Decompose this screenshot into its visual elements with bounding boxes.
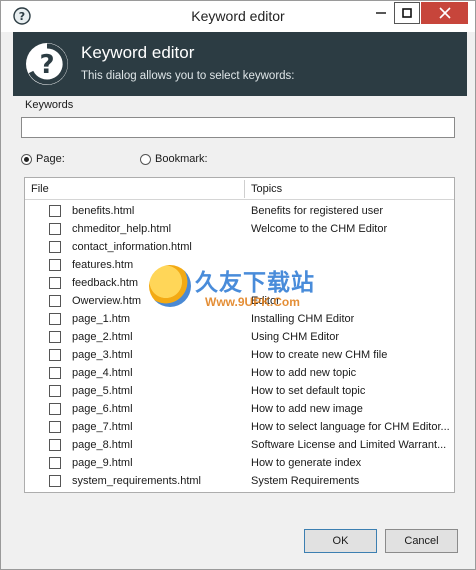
table-row[interactable]: page_4.html How to add new topic — [25, 364, 454, 382]
row-checkbox[interactable] — [49, 277, 61, 289]
file-cell: page_8.html — [72, 439, 133, 451]
table-row[interactable]: benefits.html Benefits for registered use… — [25, 202, 454, 220]
file-cell: page_3.html — [72, 349, 133, 361]
file-cell: page_5.html — [72, 385, 133, 397]
file-cell: features.htm — [72, 259, 134, 271]
row-checkbox[interactable] — [49, 331, 61, 343]
banner-title: Keyword editor — [81, 43, 195, 62]
page-radio-option[interactable]: Page: — [21, 153, 65, 165]
table-row[interactable]: contact_information.html — [25, 238, 454, 256]
keyword-editor-window: ? Keyword editor ? Keyword editor This d… — [0, 0, 476, 570]
topic-cell: How to set default topic — [251, 385, 366, 397]
table-row[interactable]: page_6.html How to add new image — [25, 400, 454, 418]
column-header-topics[interactable]: Topics — [251, 183, 282, 195]
table-row[interactable]: system_requirements.html System Requireme… — [25, 472, 454, 490]
maximize-icon — [402, 8, 412, 18]
file-cell: page_1.htm — [72, 313, 131, 325]
keywords-label: Keywords — [25, 99, 74, 111]
table-row[interactable]: Owerview.htm Editor — [25, 292, 454, 310]
row-checkbox[interactable] — [49, 223, 61, 235]
table-row[interactable]: feedback.htm — [25, 274, 454, 292]
cancel-button[interactable]: Cancel — [385, 529, 458, 553]
column-divider[interactable] — [244, 180, 245, 198]
topic-cell: Editor — [251, 295, 280, 307]
table-row[interactable]: page_3.html How to create new CHM file — [25, 346, 454, 364]
close-button[interactable] — [421, 2, 468, 24]
svg-text:?: ? — [39, 50, 54, 80]
table-row[interactable]: page_1.htm Installing CHM Editor — [25, 310, 454, 328]
header-banner: ? Keyword editor This dialog allows you … — [13, 32, 467, 96]
file-cell: feedback.htm — [72, 277, 139, 289]
row-checkbox[interactable] — [49, 367, 61, 379]
bookmark-radio-label: Bookmark: — [155, 153, 208, 165]
banner-subtitle: This dialog allows you to select keyword… — [81, 70, 295, 82]
file-cell: benefits.html — [72, 205, 135, 217]
row-checkbox[interactable] — [49, 349, 61, 361]
topic-cell: How to create new CHM file — [251, 349, 388, 361]
table-row[interactable]: page_7.html How to select language for CH… — [25, 418, 454, 436]
page-radio-label: Page: — [36, 153, 65, 165]
ok-button[interactable]: OK — [304, 529, 377, 553]
file-topics-table[interactable]: File Topics benefits.html Benefits for re… — [24, 177, 455, 493]
row-checkbox[interactable] — [49, 205, 61, 217]
row-checkbox[interactable] — [49, 241, 61, 253]
file-cell: contact_information.html — [72, 241, 192, 253]
column-header-file[interactable]: File — [31, 183, 49, 195]
file-cell: page_6.html — [72, 403, 133, 415]
table-row[interactable]: page_5.html How to set default topic — [25, 382, 454, 400]
topic-cell: Welcome to the CHM Editor — [251, 223, 388, 235]
table-header: File Topics — [25, 178, 454, 200]
title-bar[interactable]: ? Keyword editor — [1, 1, 475, 32]
file-cell: page_4.html — [72, 367, 133, 379]
file-cell: Owerview.htm — [72, 295, 142, 307]
topic-cell: How to add new topic — [251, 367, 357, 379]
row-checkbox[interactable] — [49, 295, 61, 307]
keywords-input[interactable] — [21, 117, 455, 138]
table-row[interactable]: features.htm — [25, 256, 454, 274]
row-checkbox[interactable] — [49, 439, 61, 451]
row-checkbox[interactable] — [49, 385, 61, 397]
topic-cell: How to add new image — [251, 403, 363, 415]
minimize-button[interactable] — [369, 2, 393, 24]
table-row[interactable]: page_8.html Software License and Limited … — [25, 436, 454, 454]
table-row[interactable]: chmeditor_help.html Welcome to the CHM Ed… — [25, 220, 454, 238]
file-cell: page_9.html — [72, 457, 133, 469]
table-row[interactable]: page_9.html How to generate index — [25, 454, 454, 472]
row-checkbox[interactable] — [49, 313, 61, 325]
row-checkbox[interactable] — [49, 457, 61, 469]
row-checkbox[interactable] — [49, 403, 61, 415]
topic-cell: System Requirements — [251, 475, 360, 487]
row-checkbox[interactable] — [49, 475, 61, 487]
page-radio[interactable] — [21, 153, 32, 165]
table-row[interactable]: page_2.html Using CHM Editor — [25, 328, 454, 346]
topic-cell: Installing CHM Editor — [251, 313, 355, 325]
topic-cell: Benefits for registered user — [251, 205, 384, 217]
row-checkbox[interactable] — [49, 421, 61, 433]
topic-cell: How to generate index — [251, 457, 362, 469]
topic-cell: How to select language for CHM Editor... — [251, 421, 450, 433]
minimize-icon — [376, 12, 386, 14]
row-checkbox[interactable] — [49, 259, 61, 271]
topic-cell: Software License and Limited Warrant... — [251, 439, 447, 451]
file-cell: page_7.html — [72, 421, 133, 433]
close-icon — [438, 7, 451, 19]
maximize-button[interactable] — [394, 2, 420, 24]
file-cell: chmeditor_help.html — [72, 223, 172, 235]
bookmark-radio[interactable] — [140, 153, 151, 165]
topic-cell: Using CHM Editor — [251, 331, 340, 343]
help-logo-icon: ? — [23, 40, 71, 88]
file-cell: page_2.html — [72, 331, 133, 343]
bookmark-radio-option[interactable]: Bookmark: — [140, 153, 208, 165]
file-cell: system_requirements.html — [72, 475, 201, 487]
